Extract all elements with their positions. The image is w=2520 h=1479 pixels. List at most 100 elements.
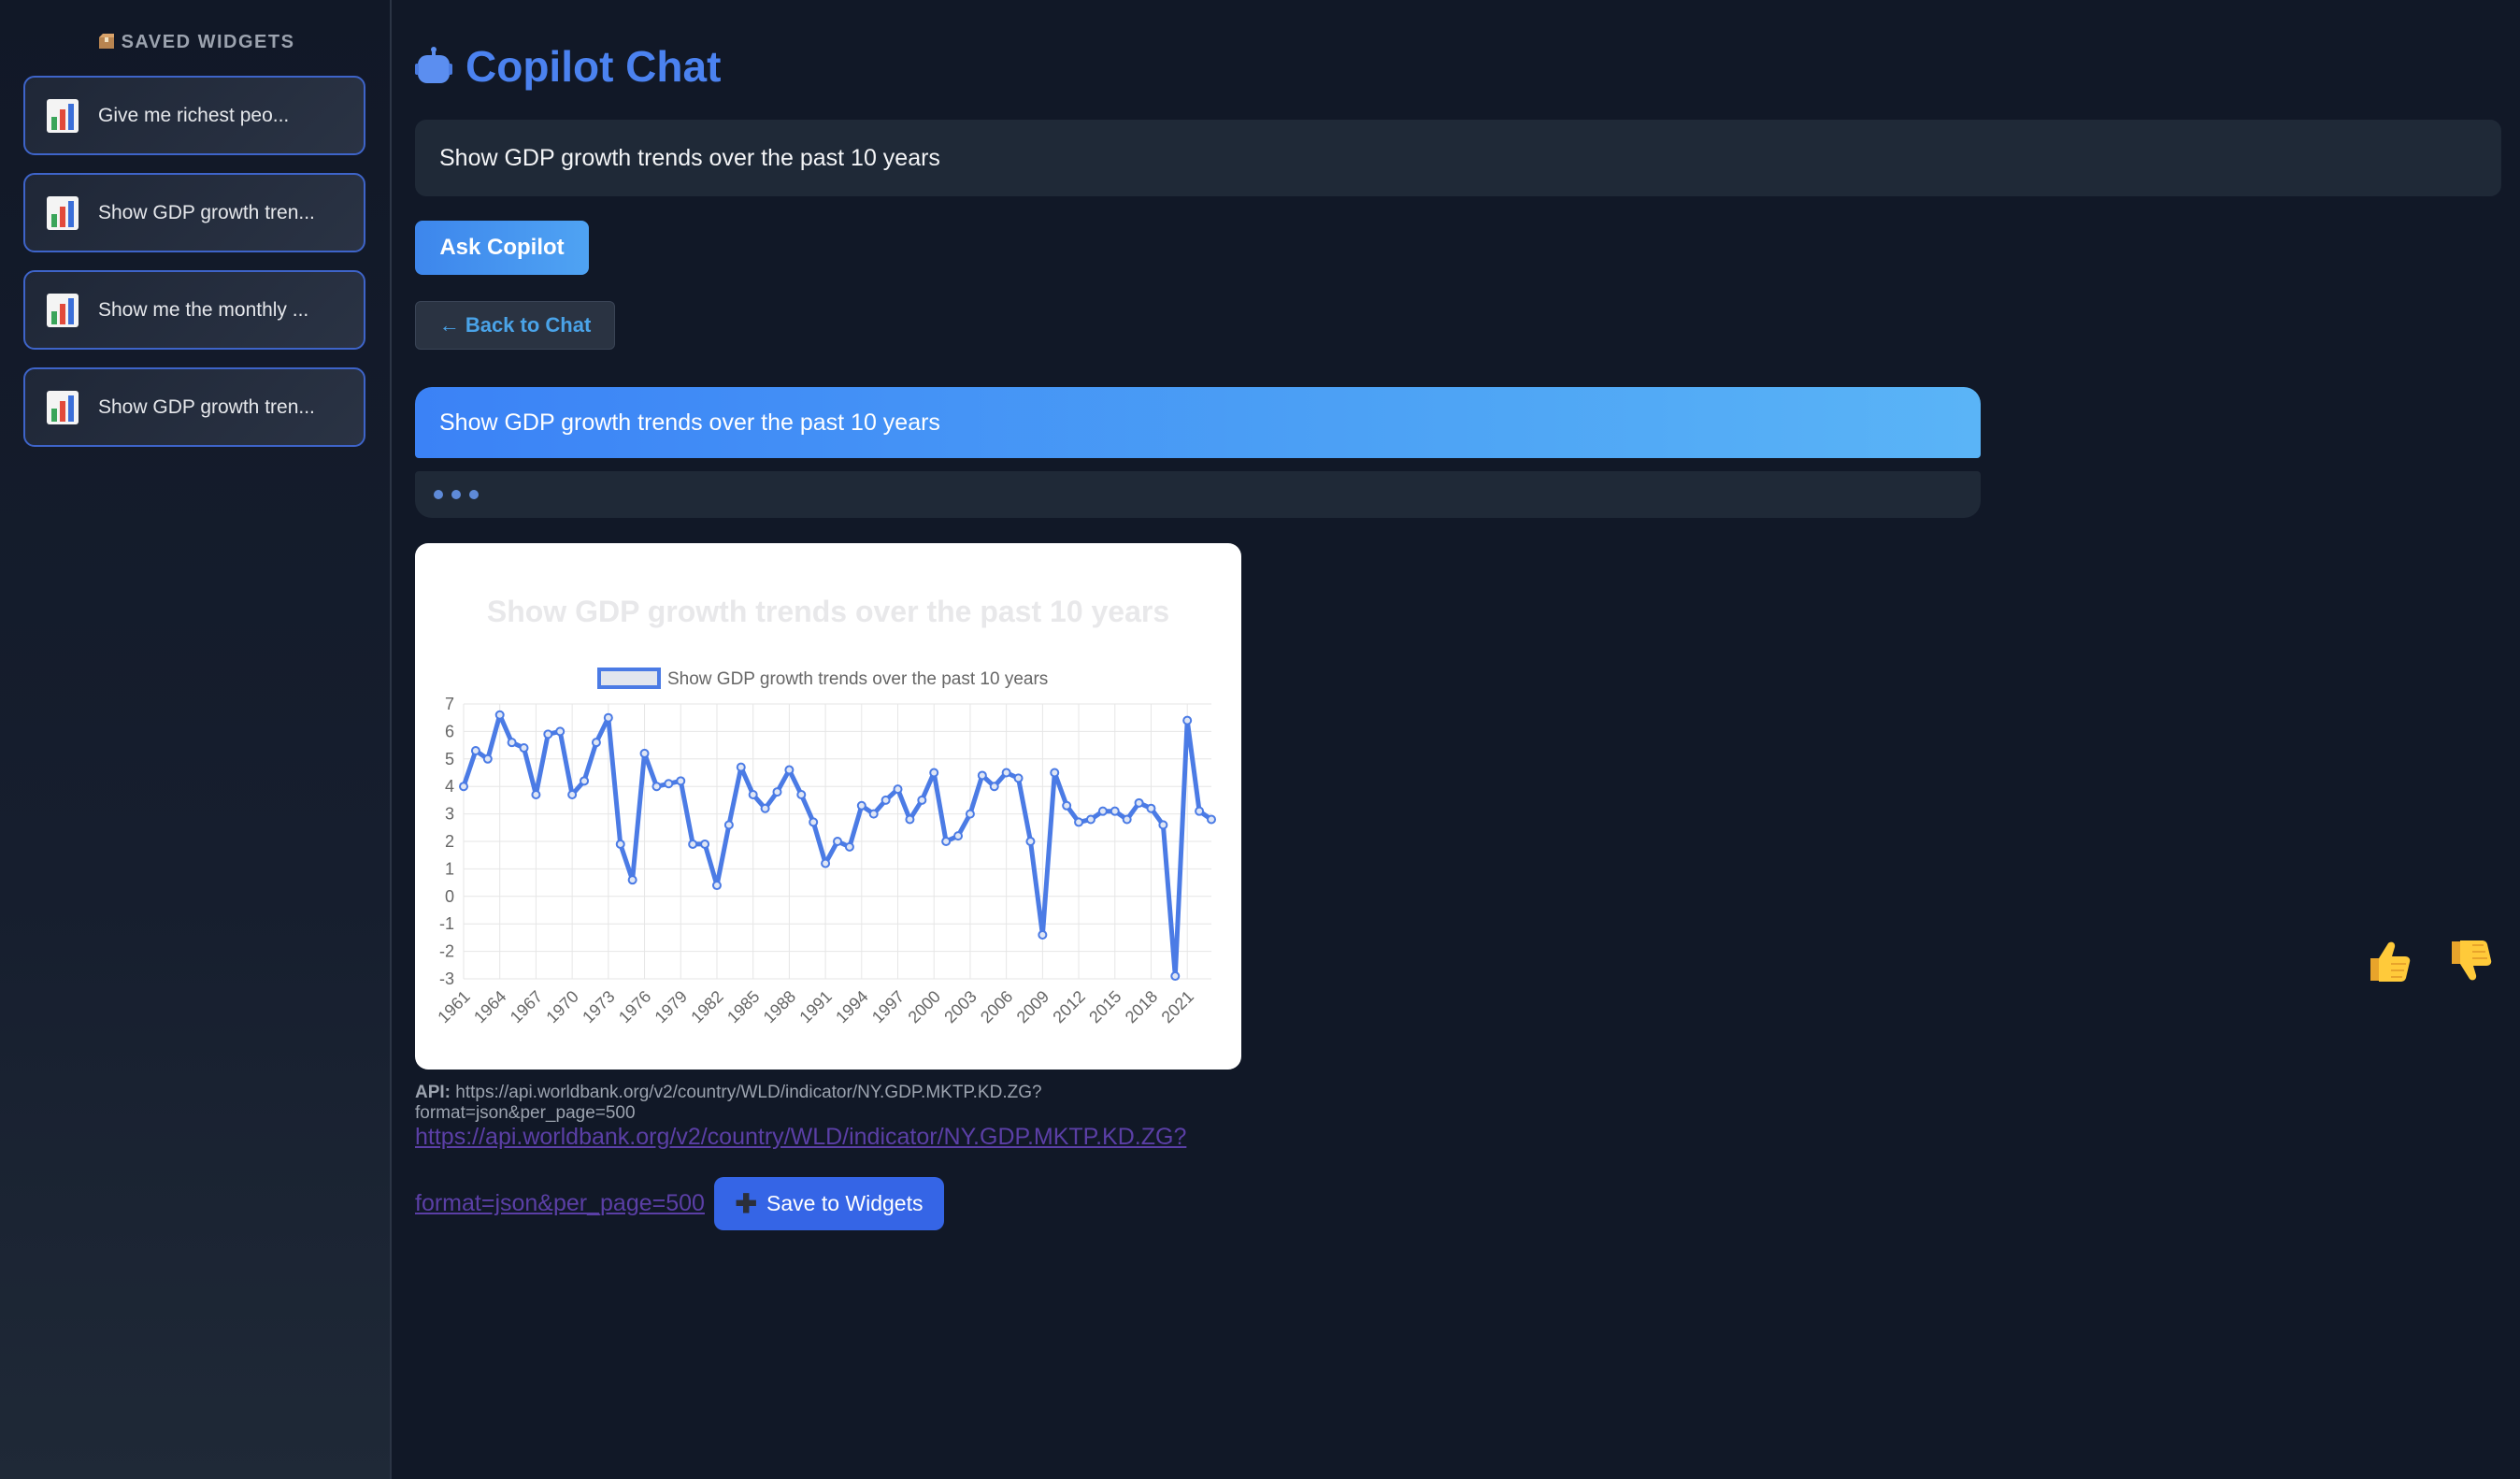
data-point [1122, 814, 1132, 825]
query-input[interactable] [415, 120, 2501, 196]
data-point [555, 726, 566, 737]
data-point [809, 817, 819, 827]
x-tick-label: 1976 [615, 987, 654, 1027]
x-tick-label: 2003 [940, 987, 980, 1027]
widget-label: Give me richest peo... [98, 104, 290, 126]
api-label: API: [415, 1083, 451, 1102]
robot-icon [415, 47, 452, 83]
y-tick-label: 0 [445, 887, 454, 906]
data-point [989, 782, 999, 792]
api-link[interactable]: https://api.worldbank.org/v2/country/WLD… [415, 1124, 1186, 1151]
back-to-chat-button[interactable]: ← Back to Chat [415, 301, 615, 350]
api-url-line1: https://api.worldbank.org/v2/country/WLD… [455, 1083, 1042, 1102]
chart-card: Show GDP growth trends over the past 10 … [415, 543, 1241, 1070]
save-button-label: Save to Widgets [766, 1191, 924, 1215]
x-tick-label: 1967 [507, 987, 546, 1027]
x-tick-label: 1979 [651, 987, 691, 1027]
data-point [736, 762, 746, 772]
chart-title: Show GDP growth trends over the past 10 … [487, 595, 1169, 628]
x-tick-label: 2000 [905, 987, 944, 1027]
data-point [615, 839, 625, 849]
data-point [1062, 800, 1072, 811]
data-point [543, 729, 553, 740]
data-point [905, 814, 915, 825]
widget-label: Show GDP growth tren... [98, 395, 315, 418]
ask-copilot-button[interactable]: Ask Copilot [415, 221, 589, 275]
data-point [1050, 768, 1060, 778]
data-point [893, 784, 903, 795]
legend-swatch [597, 668, 661, 689]
data-point [1097, 806, 1108, 816]
thumbs-up-icon[interactable] [2365, 938, 2412, 984]
data-point [1146, 803, 1156, 813]
x-tick-label: 1970 [542, 987, 581, 1027]
y-tick-label: -1 [439, 914, 454, 933]
widget-item-4[interactable]: Show GDP growth tren... [23, 367, 365, 447]
data-point [688, 839, 698, 849]
legend-label: Show GDP growth trends over the past 10 … [667, 669, 1048, 689]
series-points [459, 710, 1216, 982]
data-point [1207, 814, 1216, 825]
sidebar-title: SAVED WIDGETS [0, 32, 392, 53]
data-point [1025, 837, 1036, 846]
y-tick-label: 1 [445, 859, 454, 878]
api-url-line2: format=json&per_page=500 [415, 1103, 636, 1123]
page-title: Copilot Chat [415, 41, 721, 92]
y-tick-label: 2 [445, 832, 454, 851]
x-tick-label: 1988 [760, 987, 799, 1027]
x-tick-label: 1991 [795, 987, 835, 1027]
data-point [700, 839, 710, 849]
data-point [459, 782, 468, 792]
data-point [519, 743, 529, 754]
data-point [929, 768, 939, 778]
api-link-continued[interactable]: format=json&per_page=500 [415, 1190, 705, 1217]
widget-item-3[interactable]: Show me the monthly ... [23, 270, 365, 350]
x-axis-ticks: 1961196419671970197319761979198219851988… [434, 987, 1197, 1027]
x-tick-label: 2012 [1049, 987, 1088, 1027]
data-point [1001, 768, 1011, 778]
x-tick-label: 2018 [1122, 987, 1161, 1027]
data-point [723, 820, 734, 830]
y-tick-label: 7 [445, 695, 454, 713]
save-to-widgets-button[interactable]: ✚ Save to Widgets [714, 1177, 944, 1230]
widget-item-2[interactable]: Show GDP growth tren... [23, 173, 365, 252]
data-point [1170, 971, 1181, 982]
bar-chart-icon [47, 195, 79, 230]
sidebar-title-text: SAVED WIDGETS [121, 32, 295, 52]
data-point [676, 776, 686, 786]
data-point [965, 809, 975, 819]
data-point [1085, 814, 1095, 825]
data-point [507, 738, 517, 748]
data-point [796, 790, 807, 800]
data-point [494, 710, 505, 720]
y-axis-ticks: 7 6 5 4 3 2 1 0 -1 -2 -3 [439, 695, 454, 988]
data-point [651, 782, 662, 792]
data-point [917, 795, 927, 805]
data-point [664, 779, 674, 789]
data-point [784, 765, 795, 775]
x-tick-label: 2009 [1013, 987, 1052, 1027]
data-point [531, 790, 541, 800]
data-point [1038, 929, 1048, 940]
typing-indicator [415, 471, 1981, 518]
plus-icon: ✚ [735, 1189, 757, 1218]
user-message-text: Show GDP growth trends over the past 10 … [439, 409, 940, 436]
widget-list: Give me richest peo... Show GDP growth t… [23, 76, 365, 465]
data-point [941, 837, 952, 846]
data-point [977, 770, 987, 781]
data-point [603, 712, 613, 723]
x-tick-label: 1961 [434, 987, 473, 1027]
data-point [1110, 806, 1120, 816]
typing-dot [451, 490, 461, 499]
api-info: API: https://api.worldbank.org/v2/countr… [415, 1083, 1125, 1124]
widget-item-1[interactable]: Give me richest peo... [23, 76, 365, 155]
data-point [856, 800, 866, 811]
data-point [627, 875, 637, 885]
x-tick-label: 2021 [1158, 987, 1197, 1027]
gdp-line-chart: Show GDP growth trends over the past 10 … [434, 595, 1216, 1027]
thumbs-down-icon[interactable] [2446, 938, 2493, 984]
data-point [1074, 817, 1084, 827]
typing-dot [434, 490, 443, 499]
data-point [833, 837, 842, 846]
y-tick-label: 3 [445, 805, 454, 824]
